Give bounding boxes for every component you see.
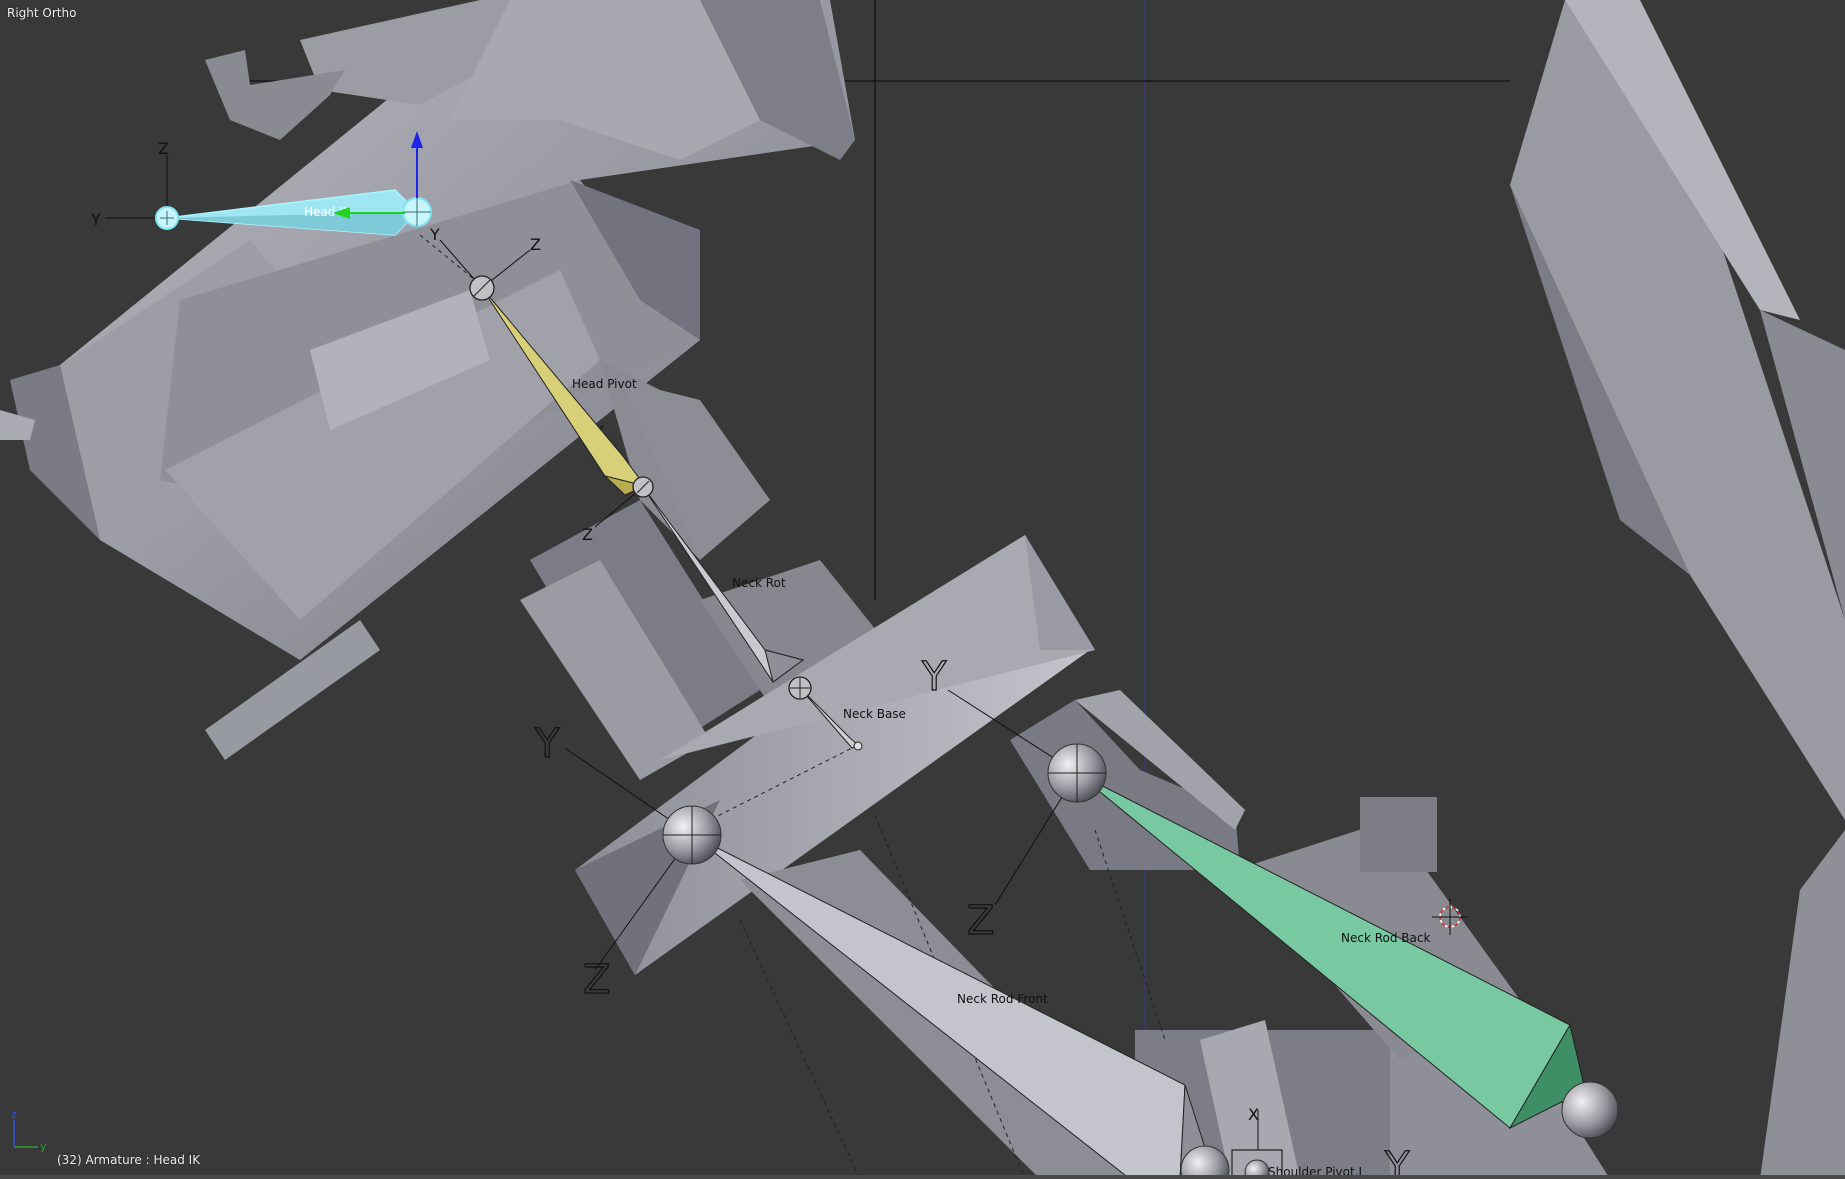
- bone-label-neck-rod-back: Neck Rod Back: [1341, 931, 1430, 945]
- bone-axis-letter-y: Y: [90, 210, 101, 229]
- bone-axis-letter-y: Y: [534, 721, 560, 767]
- bone-axis-letter-z: Z: [530, 235, 541, 254]
- 3d-viewport[interactable]: Y Z Z Y Y Z Y Z Y Z X Y Head IK: [0, 0, 1845, 1179]
- mesh-cube: [1360, 797, 1437, 872]
- bone-axis-letter-z: Z: [158, 139, 169, 158]
- bone-axis-letter-z: Z: [583, 957, 610, 1003]
- bone-label-head-pivot: Head Pivot: [572, 377, 637, 391]
- orientation-axis-label-y: y: [40, 1140, 47, 1153]
- mesh-right-panel: [1510, 0, 1845, 1179]
- active-object-status: (32) Armature : Head IK: [57, 1153, 201, 1167]
- bone-axis-letter-y: Y: [1384, 1144, 1410, 1179]
- orientation-axes-icon: [13, 1120, 38, 1148]
- bone-label-neck-base: Neck Base: [843, 707, 906, 721]
- bone-axis-letter-x: X: [1248, 1105, 1259, 1124]
- bone-label-neck-rot: Neck Rot: [732, 576, 786, 590]
- bone-axis-letter-y: Y: [921, 654, 947, 700]
- scene-canvas[interactable]: Y Z Z Y Y Z Y Z Y Z X Y Head IK: [0, 0, 1845, 1179]
- bone-axis-letter-y: Y: [429, 225, 440, 244]
- orientation-axis-label-z: z: [11, 1108, 17, 1121]
- bone-axis-letter-z: Z: [582, 525, 593, 544]
- viewport-bottom-edge: [0, 1175, 1845, 1179]
- bone-label-neck-rod-front: Neck Rod Front: [957, 992, 1048, 1006]
- view-label: Right Ortho: [7, 6, 77, 20]
- bone-axis-letter-z: Z: [967, 898, 994, 944]
